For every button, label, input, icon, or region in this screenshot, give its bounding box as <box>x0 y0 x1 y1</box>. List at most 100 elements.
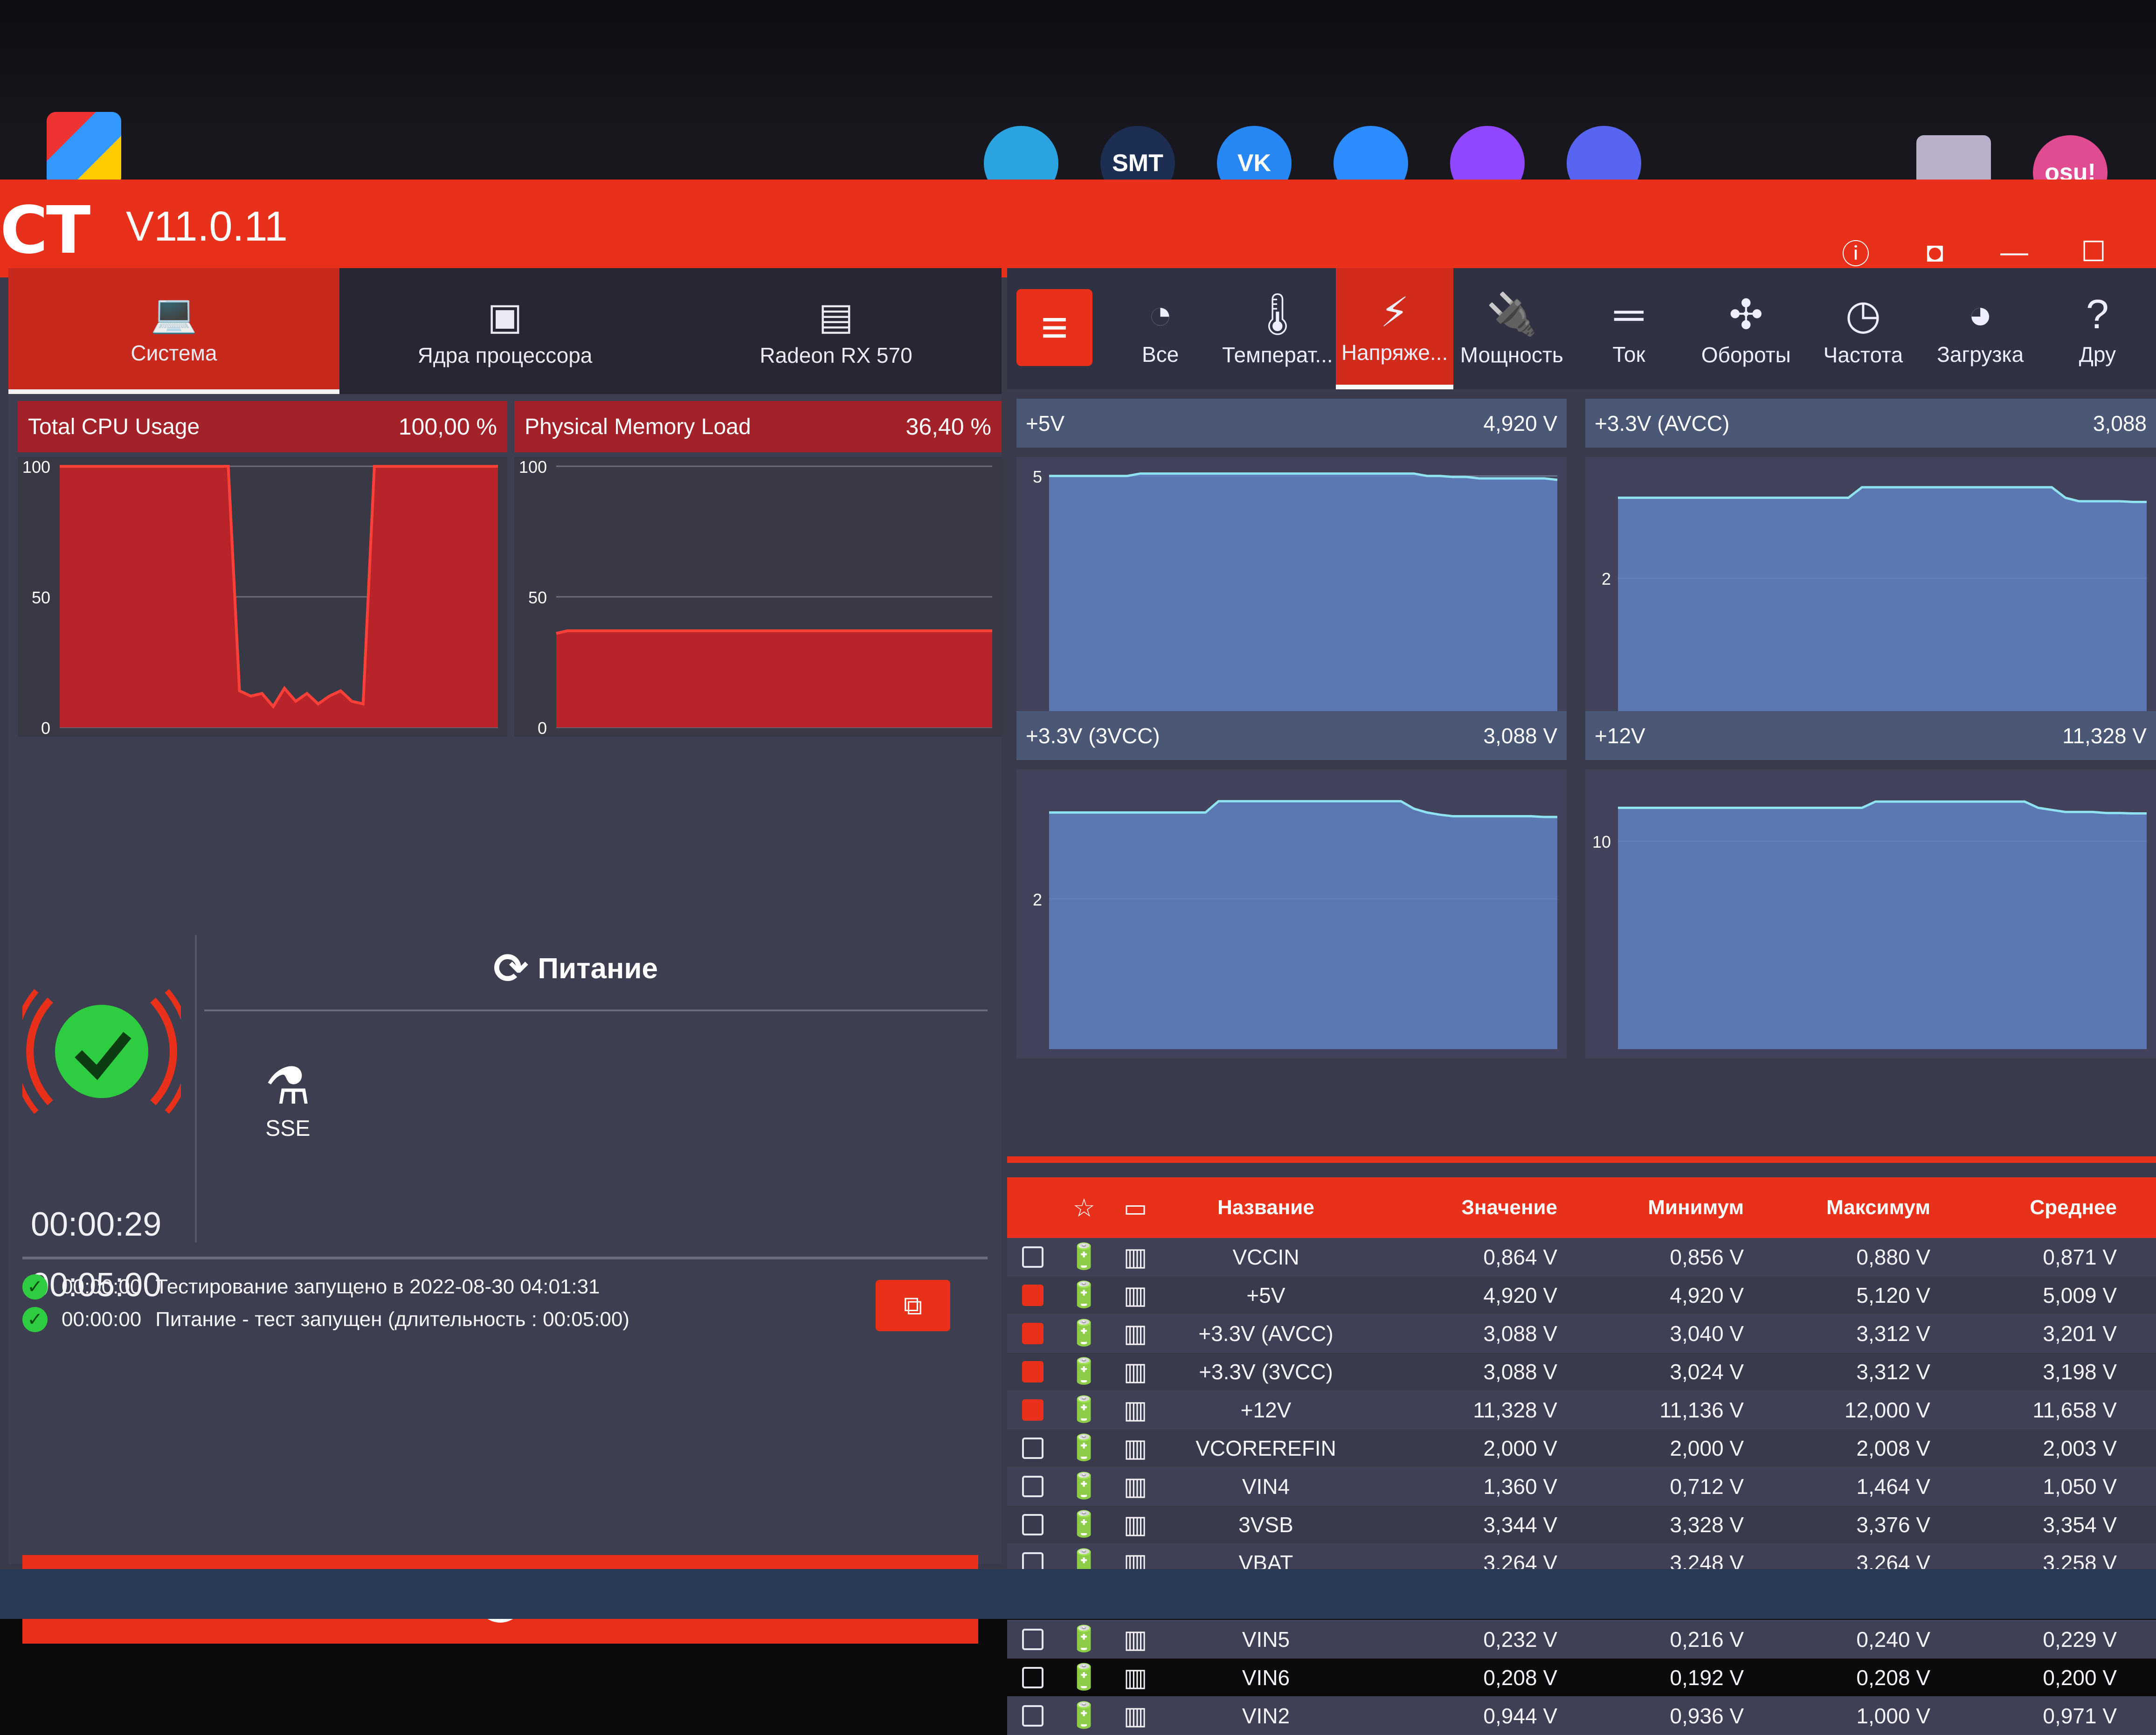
tab-label: Ядра процессора <box>417 343 593 367</box>
monitor-icon[interactable]: ▭ <box>1110 1193 1161 1223</box>
copy-log-button[interactable]: ⧉ <box>876 1280 950 1331</box>
plug-icon: 🔌 <box>1486 290 1538 337</box>
category-label: Напряже... <box>1341 340 1448 365</box>
table-row[interactable]: 🔋 ▥ VIN2 0,944 V 0,936 V 1,000 V 0,971 V <box>1007 1697 2156 1735</box>
minimize-button[interactable]: — <box>1996 233 2033 270</box>
table-row[interactable]: 🔋 ▥ +3.3V (AVCC) 3,088 V 3,040 V 3,312 V 3,201… <box>1007 1314 2156 1353</box>
screenshot-icon[interactable]: ◘ <box>1916 233 1954 270</box>
info-icon[interactable]: ⓘ <box>1837 233 1874 270</box>
cell-avg: 1,050 V <box>2043 1474 2117 1499</box>
voltage-sensor-icon: 🔋 <box>1068 1281 1100 1309</box>
row-checkbox[interactable] <box>1022 1399 1043 1421</box>
table-row[interactable]: 🔋 ▥ VCOREREFIN 2,000 V 2,000 V 2,008 V 2,003 V <box>1007 1429 2156 1467</box>
category-current[interactable]: ═ Ток <box>1570 268 1687 389</box>
divider <box>22 1257 988 1259</box>
cell-value: 0,944 V <box>1483 1703 1557 1728</box>
category-other[interactable]: ? Дру <box>2039 268 2156 389</box>
cell-value: 3,088 V <box>1483 1359 1557 1384</box>
cell-min: 0,192 V <box>1670 1665 1744 1690</box>
fan-icon: ✣ <box>1728 291 1763 338</box>
favorite-star-icon[interactable]: ☆ <box>1058 1193 1110 1223</box>
log-time: 00:00:00 <box>62 1308 142 1331</box>
usage-area <box>556 630 992 727</box>
col-avg[interactable]: Среднее <box>1940 1196 2126 1219</box>
sse-test-mode[interactable]: ⚗ SSE <box>265 1056 311 1141</box>
table-row[interactable]: 🔋 ▥ VIN5 0,232 V 0,216 V 0,240 V 0,229 V <box>1007 1620 2156 1659</box>
current-icon: ═ <box>1614 291 1644 337</box>
test-log: ✓ 00:00:00 Тестирование запущено в 2022-… <box>22 1271 992 1336</box>
category-plug[interactable]: 🔌 Мощность <box>1453 268 1570 389</box>
panel-splitter[interactable] <box>1007 1156 2156 1163</box>
cell-value: 3,344 V <box>1483 1512 1557 1537</box>
cell-avg: 5,009 V <box>2043 1283 2117 1307</box>
voltage-sensor-name: +3.3V (AVCC) <box>1595 411 1730 435</box>
row-checkbox[interactable] <box>1022 1514 1043 1535</box>
flask-icon: ⚗ <box>265 1058 311 1115</box>
voltage-sensor-value: 4,920 V <box>1483 411 1557 435</box>
row-checkbox[interactable] <box>1022 1284 1043 1306</box>
table-row[interactable]: 🔋 ▥ +12V 11,328 V 11,136 V 12,000 V 11,658 V <box>1007 1391 2156 1429</box>
category-gauge[interactable]: ◔ Все <box>1102 268 1219 389</box>
cell-value: 11,328 V <box>1473 1397 1557 1422</box>
col-min[interactable]: Минимум <box>1567 1196 1753 1219</box>
category-label: Ток <box>1612 342 1645 366</box>
tab-cpu[interactable]: ▣ Ядра процессора <box>339 268 670 394</box>
table-row[interactable]: 🔋 ▥ +3.3V (3VCC) 3,088 V 3,024 V 3,312 V 3,198… <box>1007 1353 2156 1391</box>
table-row[interactable]: 🔋 ▥ +5V 4,920 V 4,920 V 5,120 V 5,009 V <box>1007 1276 2156 1314</box>
row-checkbox[interactable] <box>1022 1705 1043 1727</box>
log-text: Тестирование запущено в 2022-08-30 04:01… <box>155 1275 600 1298</box>
hamburger-menu-button[interactable]: ≡ <box>1016 289 1092 366</box>
cell-name: +5V <box>1246 1283 1285 1307</box>
elapsed-time: 00:00:29 <box>31 1206 162 1243</box>
sensor-categories: ≡ ◔ Все 🌡 Температ... ⚡ Напряже... 🔌 Мощность ═ Т… <box>1007 268 2156 389</box>
memory-load-header: Physical Memory Load 36,40 % <box>514 401 1002 452</box>
category-frequency[interactable]: ◷ Частота <box>1804 268 1921 389</box>
rubik-cube-icon[interactable] <box>47 112 121 187</box>
board-icon: ▥ <box>1123 1702 1147 1730</box>
cell-max: 12,000 V <box>1844 1397 1930 1422</box>
col-value[interactable]: Значение <box>1371 1196 1567 1219</box>
other-icon: ? <box>2086 291 2109 337</box>
row-checkbox[interactable] <box>1022 1628 1043 1650</box>
cell-name: VIN4 <box>1242 1474 1290 1499</box>
table-row[interactable]: 🔋 ▥ VIN4 1,360 V 0,712 V 1,464 V 1,050 V <box>1007 1467 2156 1506</box>
voltage-area <box>1049 801 1557 1049</box>
cell-min: 0,216 V <box>1670 1627 1744 1652</box>
row-checkbox[interactable] <box>1022 1246 1043 1268</box>
check-icon: ✓ <box>22 1274 48 1300</box>
sse-label: SSE <box>265 1116 311 1141</box>
cell-name: +3.3V (AVCC) <box>1198 1321 1334 1346</box>
col-name[interactable]: Название <box>1161 1196 1371 1219</box>
category-fan[interactable]: ✣ Обороты <box>1687 268 1804 389</box>
board-icon: ▥ <box>1123 1664 1147 1692</box>
maximize-button[interactable]: ☐ <box>2075 233 2112 270</box>
row-checkbox[interactable] <box>1022 1322 1043 1344</box>
cell-max: 3,376 V <box>1856 1512 1930 1537</box>
board-icon: ▥ <box>1123 1396 1147 1424</box>
cell-avg: 0,229 V <box>2043 1627 2117 1652</box>
cell-min: 3,024 V <box>1670 1359 1744 1384</box>
table-body: 🔋 ▥ VCCIN 0,864 V 0,856 V 0,880 V 0,871 V 🔋 ▥ +5V… <box>1007 1238 2156 1735</box>
category-load[interactable]: ◕ Загрузка <box>1922 268 2039 389</box>
tab-gpu[interactable]: ▤ Radeon RX 570 <box>670 268 1002 394</box>
cell-value: 0,232 V <box>1483 1627 1557 1652</box>
category-voltage[interactable]: ⚡ Напряже... <box>1336 268 1453 389</box>
cpu-usage-value: 100,00 % <box>398 414 497 440</box>
right-panel: ≡ ◔ Все 🌡 Температ... ⚡ Напряже... 🔌 Мощность ═ Т… <box>1007 268 2156 1735</box>
row-checkbox[interactable] <box>1022 1361 1043 1382</box>
voltage-sensor-icon: 🔋 <box>1068 1434 1100 1462</box>
tab-laptop[interactable]: 💻 Система <box>8 268 339 394</box>
table-row[interactable]: 🔋 ▥ VCCIN 0,864 V 0,856 V 0,880 V 0,871 V <box>1007 1238 2156 1276</box>
cell-max: 0,240 V <box>1856 1627 1930 1652</box>
col-max[interactable]: Максимум <box>1753 1196 1940 1219</box>
category-thermometer[interactable]: 🌡 Температ... <box>1219 268 1336 389</box>
cell-name: +12V <box>1240 1397 1292 1422</box>
table-row[interactable]: 🔋 ▥ 3VSB 3,344 V 3,328 V 3,376 V 3,354 V <box>1007 1506 2156 1544</box>
cell-value: 0,208 V <box>1483 1665 1557 1690</box>
power-test-label: Питание <box>538 953 658 985</box>
table-row[interactable]: 🔋 ▥ VIN6 0,208 V 0,192 V 0,208 V 0,200 V <box>1007 1659 2156 1697</box>
row-checkbox[interactable] <box>1022 1437 1043 1459</box>
copy-icon: ⧉ <box>904 1290 922 1320</box>
row-checkbox[interactable] <box>1022 1475 1043 1497</box>
row-checkbox[interactable] <box>1022 1666 1043 1688</box>
